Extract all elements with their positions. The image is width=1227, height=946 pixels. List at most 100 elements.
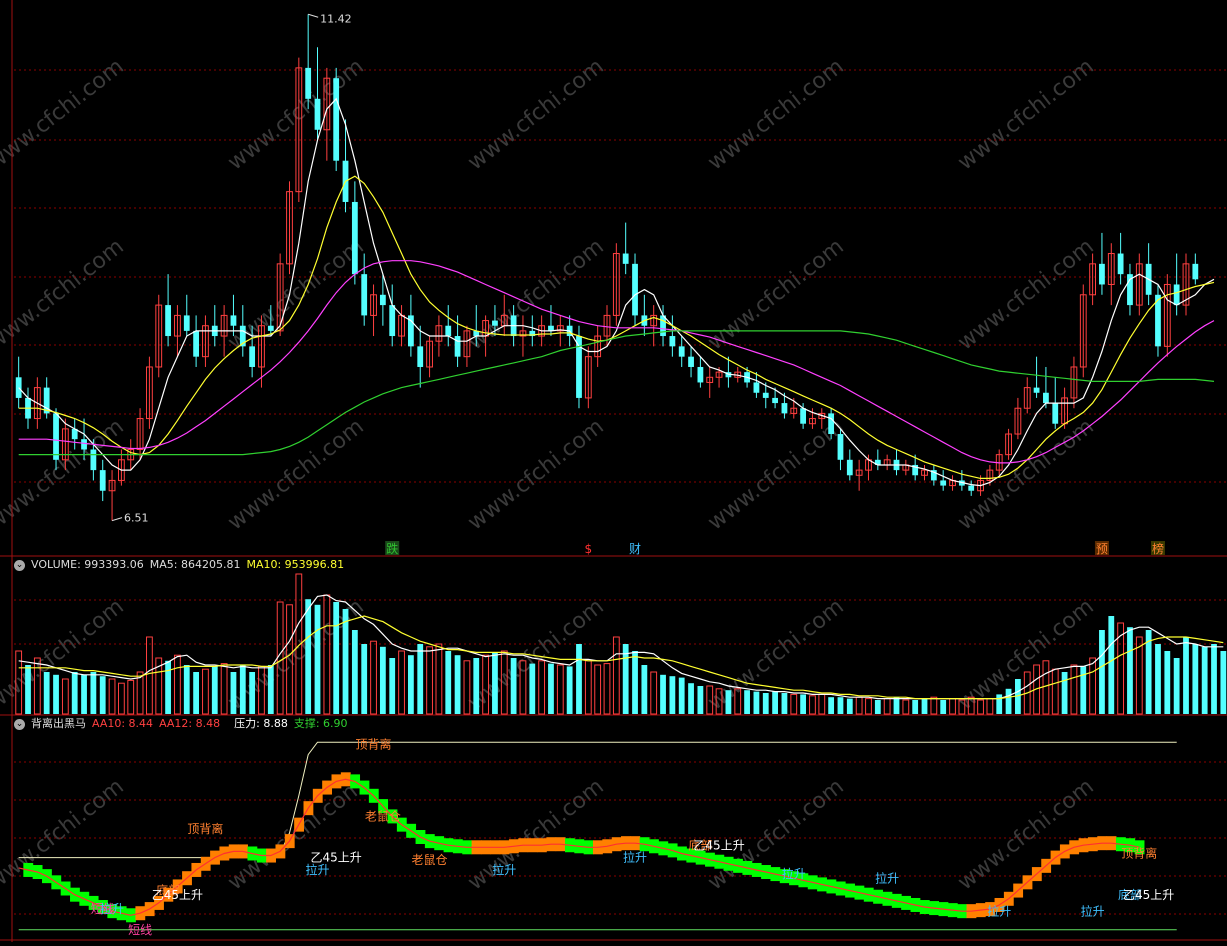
volume-bar-down <box>1108 616 1115 714</box>
volume-bar-down <box>342 609 349 714</box>
marker-badge: $ <box>585 542 593 556</box>
candle-body-down <box>762 392 769 398</box>
candle-body-down <box>165 305 171 337</box>
volume-bar-down <box>1183 637 1189 714</box>
volume-bar-down <box>43 672 50 714</box>
indicator-signal-label: 短线 <box>128 923 152 937</box>
volume-bar-down <box>165 660 171 714</box>
volume-bar-down <box>912 700 919 714</box>
volume-bar-down <box>837 697 844 714</box>
candle-body-down <box>333 78 340 161</box>
candle-body-down <box>1033 387 1040 393</box>
volume-bar-down <box>1164 651 1171 714</box>
volume-bar-down <box>688 683 694 714</box>
marker-badge: 跌 <box>386 541 398 556</box>
indicator-header: ⌄ 背离出黑马 AA10: 8.44 AA12: 8.48 压力: 8.88 支撑: 6.… <box>14 716 354 732</box>
volume-bar-down <box>921 698 928 714</box>
indicator-signal-label: 老鼠仓 <box>365 810 401 824</box>
collapse-indicator-icon[interactable]: ⌄ <box>14 718 25 730</box>
volume-bar-down <box>230 672 237 714</box>
candle-body-down <box>267 325 274 331</box>
candle-body-down <box>800 408 807 424</box>
indicator-aa10: AA10: 8.44 <box>92 717 154 730</box>
indicator-support: 支撑: 6.90 <box>293 717 348 730</box>
high-price-label: 11.42 <box>320 12 352 25</box>
volume-bar-down <box>622 644 629 714</box>
volume-bar-down <box>1127 627 1133 714</box>
candle-body-down <box>632 263 638 316</box>
volume-bar-down <box>800 694 807 714</box>
indicator-signal-label: 乙45上升 <box>152 888 203 902</box>
volume-bar-down <box>71 672 78 714</box>
collapse-volume-icon[interactable]: ⌄ <box>14 559 25 571</box>
volume-bar-down <box>1201 646 1208 714</box>
volume-bar-down <box>1220 651 1227 714</box>
candle-body-down <box>622 253 629 264</box>
volume-bar-down <box>249 672 256 714</box>
volume-bar-down <box>1099 630 1105 714</box>
candle-body-down <box>940 480 947 486</box>
volume-bar-down <box>333 602 340 714</box>
candle-body-down <box>314 98 321 130</box>
indicator-signal-label: 乙45上升 <box>1123 888 1174 902</box>
indicator-signal-label: 顶背离 <box>356 736 392 751</box>
indicator-signal-label: 拉升 <box>1081 903 1105 918</box>
candle-body-down <box>678 346 685 357</box>
candle-body-down <box>492 320 498 326</box>
volume-bar-down <box>510 658 517 714</box>
volume-bar-down <box>1005 688 1012 714</box>
candle-body-down <box>249 346 256 367</box>
candle-body-down <box>81 439 87 450</box>
indicator-name: 背离出黑马 <box>31 717 86 730</box>
marker-badge: 财 <box>629 542 641 556</box>
volume-ma10: MA10: 953996.81 <box>246 558 345 571</box>
volume-value: VOLUME: 993393.06 <box>31 558 144 571</box>
candle-body-down <box>1173 284 1180 306</box>
volume-bar-down <box>669 676 676 714</box>
volume-bar-down <box>351 630 358 714</box>
indicator-aa12: AA12: 8.48 <box>159 717 221 730</box>
volume-bar-down <box>744 690 750 714</box>
indicator-signal-label: 乙45上升 <box>693 838 744 852</box>
volume-bar-down <box>772 691 778 714</box>
volume-bar-down <box>660 674 666 714</box>
volume-bar-down <box>1080 666 1087 714</box>
candle-body-down <box>846 459 853 476</box>
volume-bar-down <box>548 663 554 714</box>
candle-body-down <box>688 356 694 367</box>
volume-bar-down <box>632 651 638 714</box>
chart-stage: www.cfchi.com www.cfchi.com www.cfchi.com w… <box>0 0 1227 942</box>
candle-body-down <box>351 201 358 275</box>
volume-bar-down <box>183 665 190 714</box>
indicator-signal-label: 老鼠仓 <box>412 853 448 867</box>
volume-header: ⌄ VOLUME: 993393.06 MA5: 864205.81 MA10: 95… <box>14 557 350 573</box>
candle-body-down <box>772 397 778 404</box>
candle-body-down <box>53 413 59 460</box>
volume-bar-down <box>762 693 769 714</box>
candle-body-down <box>753 382 760 393</box>
candle-body-down <box>697 366 704 383</box>
indicator-pressure: 压力: 8.88 <box>234 717 288 730</box>
volume-bar-down <box>454 655 461 714</box>
candle-body-down <box>1052 403 1059 424</box>
volume-bar-down <box>239 665 246 714</box>
volume-bar-down <box>893 697 900 714</box>
candle-body-down <box>837 434 844 460</box>
candle-body-down <box>1099 263 1105 285</box>
candle-body-down <box>669 336 676 347</box>
stock-chart: www.cfchi.com www.cfchi.com www.cfchi.com w… <box>0 0 1227 942</box>
volume-bar-down <box>996 694 1003 714</box>
volume-bar-down <box>874 700 881 714</box>
volume-bar-down <box>379 646 386 714</box>
volume-bar-down <box>1173 658 1180 714</box>
volume-bar-down <box>305 599 312 714</box>
candle-body-down <box>1043 392 1049 404</box>
volume-bar-down <box>211 666 218 714</box>
indicator-signal-label: 短线 <box>91 902 115 916</box>
indicator-signal-label: 拉升 <box>623 850 647 865</box>
volume-ma5: MA5: 864205.81 <box>149 558 241 571</box>
candle-body-down <box>305 67 312 99</box>
volume-bar-down <box>529 663 536 714</box>
candle-body-down <box>15 377 22 398</box>
volume-bar-down <box>678 677 685 714</box>
